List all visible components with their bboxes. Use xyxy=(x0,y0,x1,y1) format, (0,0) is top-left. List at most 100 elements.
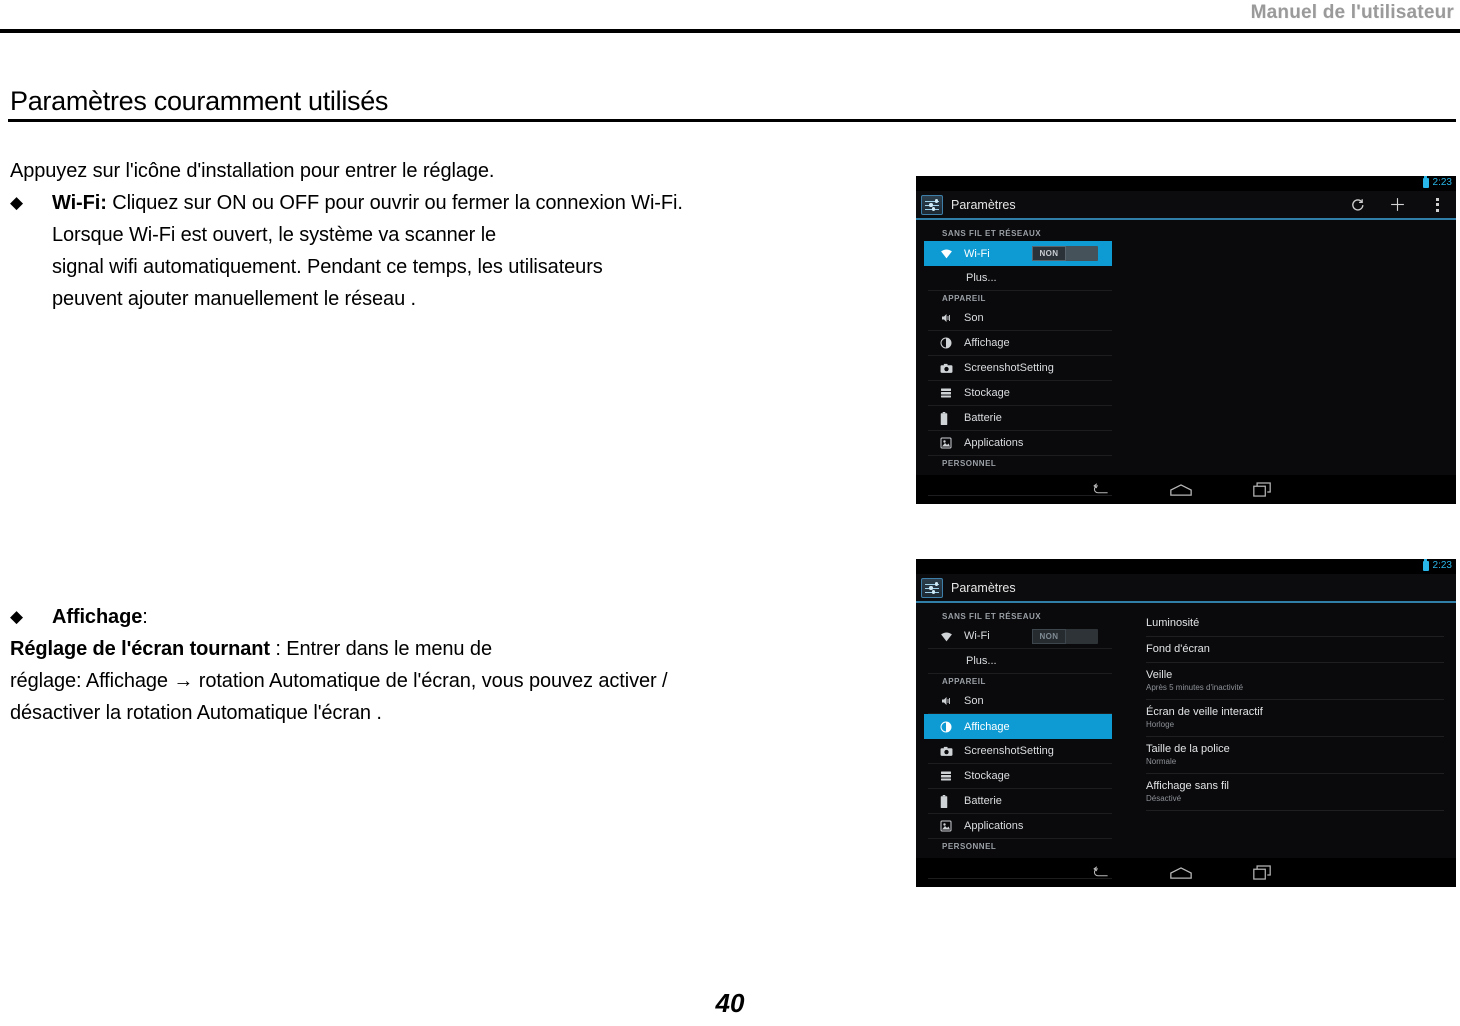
sidebar-item-son[interactable]: Son xyxy=(928,689,1112,714)
sidebar-item-stockage[interactable]: Stockage xyxy=(928,381,1112,406)
refresh-icon[interactable] xyxy=(1344,192,1370,218)
sidebar-item-applications[interactable]: Applications xyxy=(928,814,1112,839)
status-clock: 2:23 xyxy=(1432,560,1452,571)
display-icon xyxy=(940,721,958,733)
pref-affichage-sans-fil[interactable]: Affichage sans fil Désactivé xyxy=(1146,774,1444,811)
applications-icon xyxy=(940,437,958,449)
battery-icon xyxy=(940,794,958,808)
status-clock: 2:23 xyxy=(1432,177,1452,188)
group-label-personal: PERSONNEL xyxy=(942,842,997,851)
section-heading-underline xyxy=(8,119,1456,122)
group-label-wireless: SANS FIL ET RÉSEAUX xyxy=(942,612,1042,621)
rotation-term: Réglage de l'écran tournant xyxy=(10,638,270,660)
sidebar-item-batterie[interactable]: Batterie xyxy=(928,406,1112,431)
action-bar: Paramètres xyxy=(916,191,1456,220)
display-icon xyxy=(940,337,958,349)
sidebar-item-plus[interactable]: Plus... xyxy=(928,266,1112,291)
app-title: Paramètres xyxy=(951,197,1016,212)
sidebar-item-partial[interactable] xyxy=(928,471,1112,496)
pref-subtitle: Après 5 minutes d'inactivité xyxy=(1146,683,1244,692)
sidebar-item-plus[interactable]: Plus... xyxy=(928,649,1112,674)
sidebar-item-screenshotsetting[interactable]: ScreenshotSetting xyxy=(928,356,1112,381)
overflow-menu-icon[interactable] xyxy=(1424,192,1450,218)
settings-list-pane: SANS FIL ET RÉSEAUX Wi-Fi NON Plus... AP… xyxy=(916,603,1122,879)
wifi-toggle[interactable]: NON xyxy=(1032,246,1098,261)
wifi-toggle[interactable]: NON xyxy=(1032,629,1098,644)
sound-icon xyxy=(940,312,958,324)
sidebar-item-label: Stockage xyxy=(964,770,1010,782)
section-heading: Paramètres couramment utilisés xyxy=(10,86,389,116)
sidebar-item-wifi[interactable]: Wi-Fi NON xyxy=(928,624,1112,649)
settings-sliders-icon xyxy=(921,194,943,215)
storage-icon xyxy=(940,770,958,782)
wifi-line2: Lorsque Wi-Fi est ouvert, le système va … xyxy=(52,224,497,246)
recent-apps-icon[interactable] xyxy=(1222,475,1303,504)
pref-taille-police[interactable]: Taille de la police Normale xyxy=(1146,737,1444,774)
sidebar-item-label: Batterie xyxy=(964,412,1002,424)
pref-subtitle: Normale xyxy=(1146,757,1177,766)
sidebar-item-label: Applications xyxy=(964,820,1024,832)
sidebar-item-label: Stockage xyxy=(964,387,1010,399)
status-bar-right: 2:23 xyxy=(1422,559,1452,571)
pref-veille[interactable]: Veille Après 5 minutes d'inactivité xyxy=(1146,663,1444,700)
wifi-icon xyxy=(940,631,958,642)
wifi-line1: Cliquez sur ON ou OFF pour ouvrir ou fer… xyxy=(106,192,683,214)
bullet-diamond-icon: ◆ xyxy=(10,607,23,626)
sidebar-item-label: Batterie xyxy=(964,795,1002,807)
home-icon[interactable] xyxy=(1141,858,1222,887)
sidebar-item-label: Son xyxy=(964,312,984,324)
page-header: Manuel de l'utilisateur xyxy=(0,0,1460,33)
pref-title: Affichage sans fil xyxy=(1146,780,1229,792)
sidebar-item-wifi[interactable]: Wi-Fi NON xyxy=(924,241,1112,266)
sidebar-item-son[interactable]: Son xyxy=(928,306,1112,331)
settings-content: SANS FIL ET RÉSEAUX Wi-Fi NON Plus... AP… xyxy=(916,220,1456,496)
pref-title: Taille de la police xyxy=(1146,743,1230,755)
sidebar-item-applications[interactable]: Applications xyxy=(928,431,1112,456)
wifi-toggle-state: NON xyxy=(1032,629,1066,644)
sidebar-item-label: Plus... xyxy=(966,272,997,284)
sidebar-item-label: Affichage xyxy=(964,720,1010,733)
sound-icon xyxy=(940,695,958,707)
action-bar: Paramètres xyxy=(916,574,1456,603)
wifi-term: Wi-Fi: xyxy=(52,192,107,214)
display-settings-pane: Luminosité Fond d'écran Veille Après 5 m… xyxy=(1122,603,1456,858)
status-bar: 2:23 xyxy=(916,559,1456,574)
manual-title: Manuel de l'utilisateur xyxy=(1250,2,1454,23)
page-number: 40 xyxy=(715,988,745,1018)
settings-list-pane: SANS FIL ET RÉSEAUX Wi-Fi NON Plus... AP… xyxy=(916,220,1122,496)
sidebar-item-label: Plus... xyxy=(966,655,997,667)
pref-title: Écran de veille interactif xyxy=(1146,706,1263,718)
sidebar-item-batterie[interactable]: Batterie xyxy=(928,789,1112,814)
storage-icon xyxy=(940,387,958,399)
sidebar-item-screenshotsetting[interactable]: ScreenshotSetting xyxy=(928,739,1112,764)
group-label-device: APPAREIL xyxy=(942,677,986,686)
group-label-device: APPAREIL xyxy=(942,294,986,303)
sidebar-item-affichage[interactable]: Affichage xyxy=(928,331,1112,356)
sidebar-item-label: ScreenshotSetting xyxy=(964,745,1054,757)
sidebar-item-label: Applications xyxy=(964,437,1024,449)
pref-fond-ecran[interactable]: Fond d'écran xyxy=(1146,637,1444,663)
status-bar-right: 2:23 xyxy=(1422,176,1452,188)
pref-ecran-veille-interactif[interactable]: Écran de veille interactif Horloge xyxy=(1146,700,1444,737)
pref-subtitle: Horloge xyxy=(1146,720,1175,729)
rotation-line2: réglage: Affichage → rotation Automatiqu… xyxy=(10,670,668,692)
sidebar-item-stockage[interactable]: Stockage xyxy=(928,764,1112,789)
group-label-wireless: SANS FIL ET RÉSEAUX xyxy=(942,229,1042,238)
recent-apps-icon[interactable] xyxy=(1222,858,1303,887)
sidebar-item-label: Son xyxy=(964,695,984,707)
camera-icon xyxy=(940,746,958,757)
plus-icon[interactable] xyxy=(1384,192,1410,218)
wifi-line3: signal wifi automatiquement. Pendant ce … xyxy=(52,256,603,278)
wifi-icon xyxy=(940,248,958,259)
wifi-line4: peuvent ajouter manuellement le réseau . xyxy=(52,288,417,310)
affichage-bullet-first-line: Affichage: xyxy=(52,601,870,633)
sidebar-item-partial[interactable] xyxy=(928,854,1112,879)
pref-luminosite[interactable]: Luminosité xyxy=(1146,611,1444,637)
intro-paragraph: Appuyez sur l'icône d'installation pour … xyxy=(10,160,495,182)
group-label-personal: PERSONNEL xyxy=(942,459,997,468)
header-divider xyxy=(0,29,1460,33)
sidebar-item-affichage[interactable]: Affichage xyxy=(924,714,1112,739)
home-icon[interactable] xyxy=(1141,475,1222,504)
applications-icon xyxy=(940,820,958,832)
pref-subtitle: Désactivé xyxy=(1146,794,1182,803)
